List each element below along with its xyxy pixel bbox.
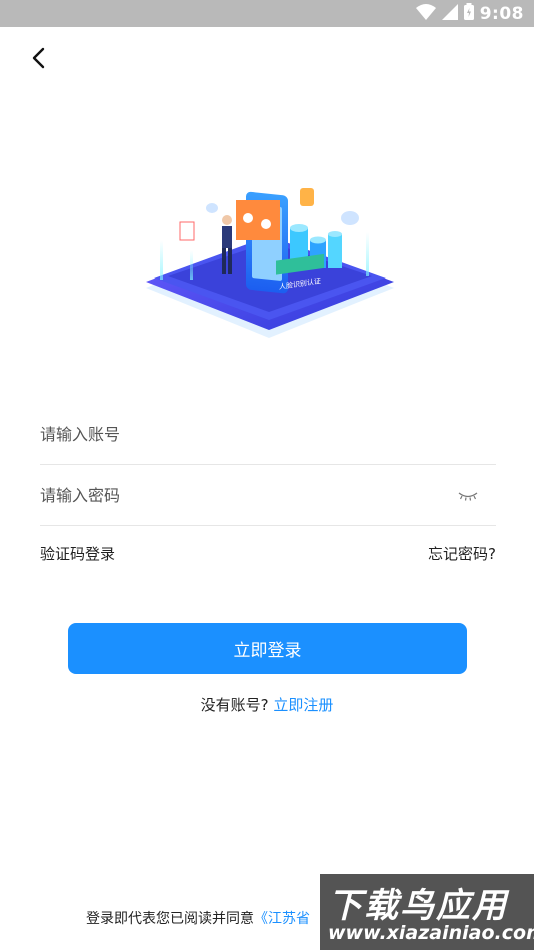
chevron-left-icon	[32, 47, 45, 69]
password-field[interactable]	[40, 466, 496, 526]
forgot-password-link[interactable]: 忘记密码?	[428, 543, 496, 564]
register-link[interactable]: 立即注册	[273, 696, 333, 714]
hero-illustration: 人脸识别认证	[138, 170, 400, 350]
watermark-title: 下载鸟应用	[328, 886, 508, 926]
eye-closed-icon[interactable]	[456, 484, 480, 508]
agreement-link[interactable]: 《江苏省	[254, 911, 310, 927]
register-row: 没有账号? 立即注册	[0, 694, 534, 715]
watermark: 下载鸟应用 www.xiazainiao.com	[320, 874, 534, 950]
account-field[interactable]	[40, 404, 496, 465]
sms-login-link[interactable]: 验证码登录	[40, 543, 115, 564]
account-input[interactable]	[40, 404, 496, 464]
status-time: 9:08	[479, 3, 524, 24]
back-button[interactable]	[20, 40, 56, 76]
auth-links: 验证码登录 忘记密码?	[40, 543, 496, 564]
signal-icon	[441, 3, 458, 24]
register-prompt: 没有账号?	[200, 696, 269, 714]
status-icons: 9:08	[415, 0, 524, 27]
login-button[interactable]: 立即登录	[68, 623, 467, 674]
status-bar: 9:08	[0, 0, 534, 27]
wifi-icon	[415, 3, 436, 24]
agreement-text: 登录即代表您已阅读并同意《江苏省	[86, 908, 310, 928]
password-input[interactable]	[40, 466, 496, 525]
battery-icon	[463, 3, 474, 24]
watermark-url: www.xiazainiao.com	[328, 922, 534, 944]
agreement-prefix: 登录即代表您已阅读并同意	[86, 911, 254, 927]
